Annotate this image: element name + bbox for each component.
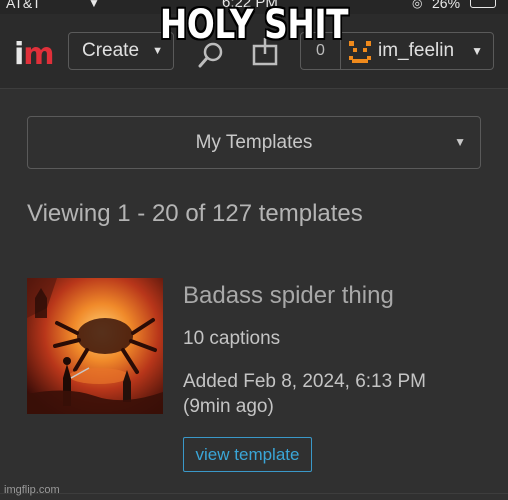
templates-select-value: My Templates xyxy=(195,132,313,153)
carrier-label: AT&T xyxy=(6,0,41,11)
template-title[interactable]: Badass spider thing xyxy=(183,282,394,310)
template-added-text: Added Feb 8, 2024, 6:13 PM xyxy=(183,371,426,392)
page: AT&T ▼ 6:22 PM ◎ 26% im Create ▼ 0 im_fe… xyxy=(0,0,508,500)
template-captions-count: 10 captions xyxy=(183,328,281,349)
results-count: Viewing 1 - 20 of 127 templates xyxy=(27,200,363,227)
logo-letter-i: i xyxy=(14,37,24,72)
divider xyxy=(0,493,508,494)
template-added-ago: (9min ago) xyxy=(183,396,274,417)
battery-icon xyxy=(470,0,496,8)
chevron-down-icon: ▼ xyxy=(454,135,466,149)
view-template-button[interactable]: view template xyxy=(183,437,312,472)
template-added-date: Added Feb 8, 2024, 6:13 PM (9min ago) xyxy=(183,369,426,419)
template-thumbnail[interactable] xyxy=(27,278,163,414)
chevron-down-icon: ▼ xyxy=(471,44,483,58)
templates-filter-select[interactable]: My Templates ▼ xyxy=(27,116,481,169)
imgflip-watermark: imgflip.com xyxy=(4,484,60,496)
meme-caption: HOLY SHIT xyxy=(159,2,349,48)
